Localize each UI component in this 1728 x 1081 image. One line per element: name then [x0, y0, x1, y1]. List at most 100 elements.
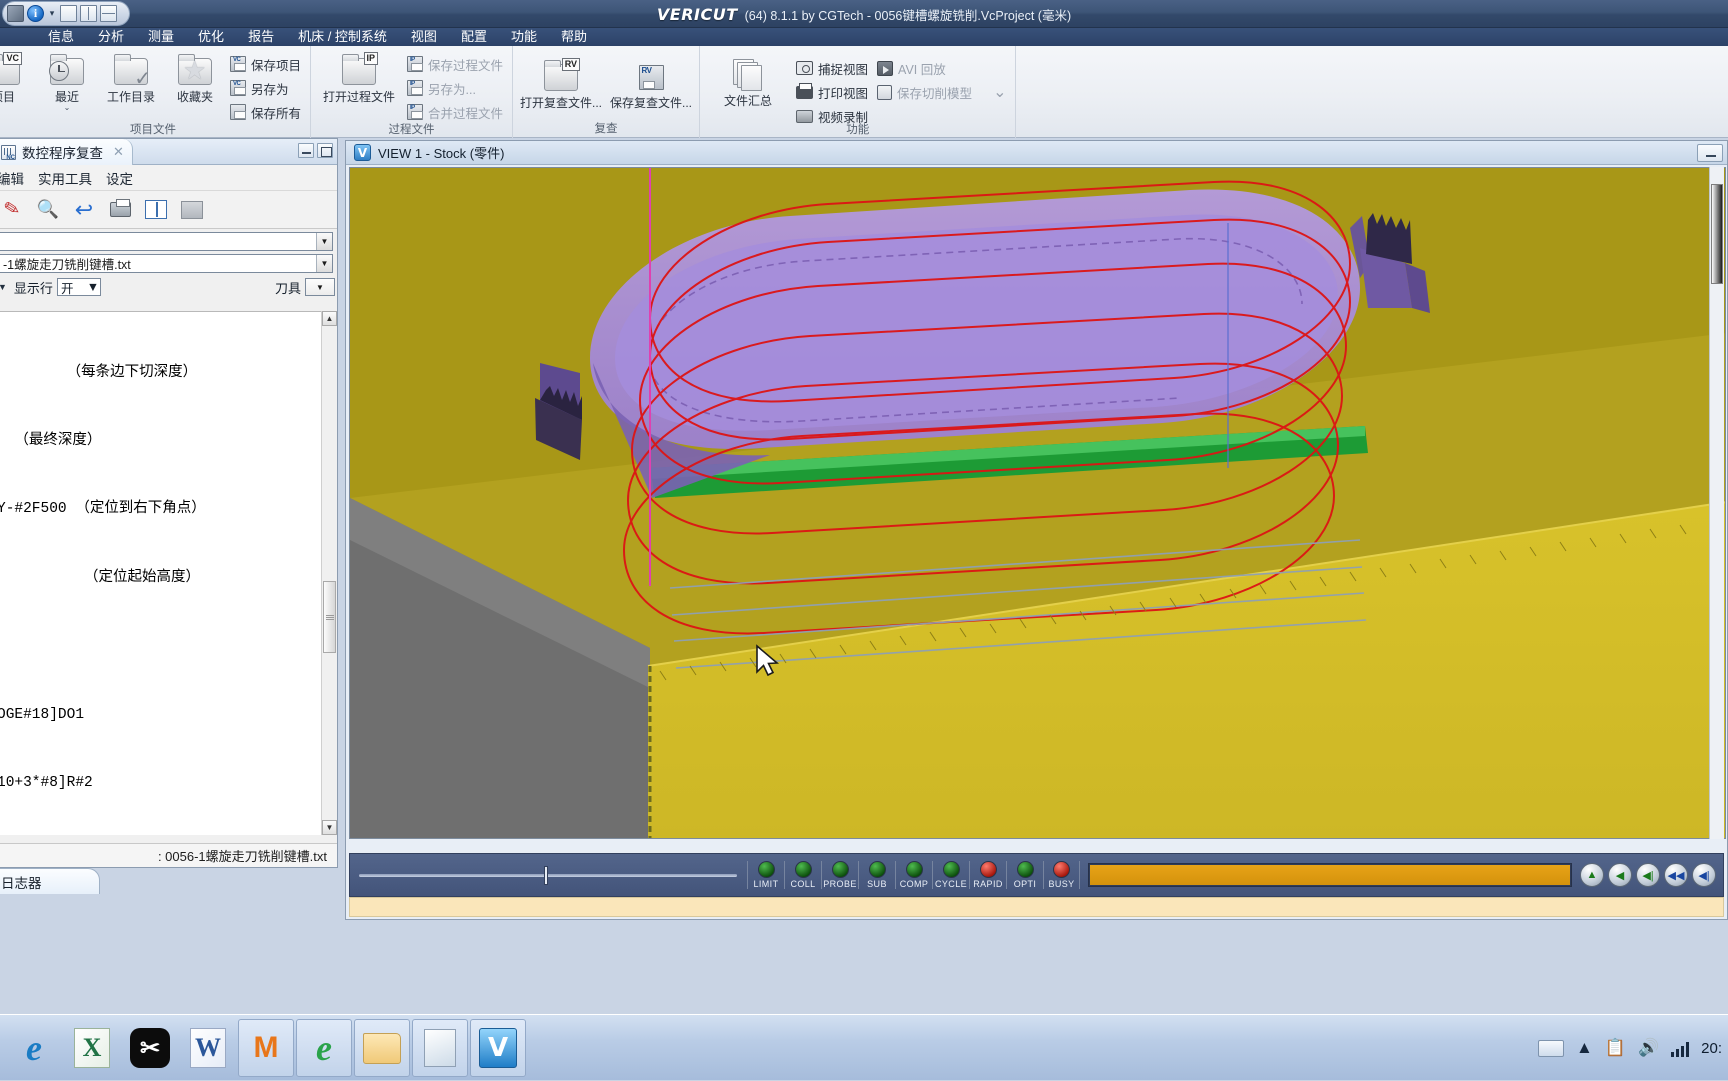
save-as-button[interactable]: VC 另存为	[228, 77, 306, 99]
play-left-icon[interactable]: ◀	[1608, 863, 1632, 887]
panel-float-button[interactable]	[317, 143, 333, 158]
menu-item-help[interactable]: 帮助	[549, 28, 599, 46]
collapse-arrow-icon[interactable]: ▼	[0, 282, 10, 292]
status-light-busy[interactable]: BUSY	[1043, 861, 1080, 889]
project-button[interactable]: VC 项目	[0, 49, 34, 104]
undo-icon[interactable]: ↩	[71, 197, 97, 223]
nc-code-viewer[interactable]: （每条边下切深度） （最终深度） Y-#2F500 （定位到右下角点） （定位起…	[0, 311, 337, 835]
file-selector-combo-1[interactable]: ▼	[0, 232, 333, 251]
edit-nc-icon[interactable]: ✎	[0, 197, 25, 223]
tab-nc-program-review[interactable]: 数控程序复查 ✕	[0, 139, 133, 165]
menu-item-machine-control[interactable]: 机床 / 控制系统	[286, 28, 399, 46]
view-scroll-thumb[interactable]	[1711, 184, 1723, 284]
panel-menu-edit[interactable]: 编辑	[0, 168, 24, 188]
chevron-down-icon[interactable]: ⌄	[64, 104, 71, 112]
info-icon[interactable]: i	[27, 5, 44, 22]
file-summary-button[interactable]: 文件汇总	[704, 53, 792, 108]
chevron-down-icon[interactable]: ▼	[313, 279, 327, 295]
avi-playback-button[interactable]: AVI 回放	[875, 57, 1011, 79]
slider-knob[interactable]	[544, 866, 548, 885]
menu-item-report[interactable]: 报告	[236, 28, 286, 46]
code-scrollbar[interactable]: ▲ ▼	[321, 311, 337, 835]
taskbar-file-explorer[interactable]	[354, 1019, 410, 1077]
save-process-as-button[interactable]: IP 另存为...	[405, 77, 508, 99]
working-directory-button[interactable]: ✓ 工作目录	[100, 49, 162, 104]
window-single-icon[interactable]	[60, 5, 77, 22]
status-light-limit[interactable]: LIMIT	[747, 861, 784, 889]
taskbar-vericut[interactable]: V	[470, 1019, 526, 1077]
file-selector-combo-2[interactable]: -1螺旋走刀铣削键槽.txt ▼	[0, 254, 333, 273]
status-light-opti[interactable]: OPTI	[1006, 861, 1043, 889]
recent-button[interactable]: 最近 ⌄	[36, 49, 98, 112]
menu-item-config[interactable]: 配置	[449, 28, 499, 46]
save-process-file-button[interactable]: IP 保存过程文件	[405, 53, 508, 75]
capture-view-button[interactable]: 捕捉视图	[794, 57, 873, 79]
step-icon[interactable]: ◀|	[1692, 863, 1716, 887]
menu-item-measure[interactable]: 测量	[136, 28, 186, 46]
favorites-button[interactable]: ★ 收藏夹	[164, 49, 226, 104]
open-process-file-button[interactable]: IP 打开过程文件	[315, 49, 403, 104]
menu-item-view[interactable]: 视图	[399, 28, 449, 46]
app-icon[interactable]	[7, 5, 24, 22]
split-view-icon[interactable]	[143, 197, 169, 223]
rewind-icon[interactable]: ◀◀	[1664, 863, 1688, 887]
taskbar-notepad[interactable]	[412, 1019, 468, 1077]
taskbar-excel[interactable]: X	[64, 1019, 120, 1077]
keyboard-layout-icon[interactable]	[1537, 1039, 1564, 1057]
skip-start-icon[interactable]: ◀|	[1636, 863, 1660, 887]
volume-icon[interactable]: 🔊	[1638, 1038, 1659, 1058]
clock-time[interactable]: 20:	[1701, 1040, 1722, 1057]
merge-process-file-button[interactable]: IP 合并过程文件	[405, 101, 508, 123]
taskbar-word[interactable]: W	[180, 1019, 236, 1077]
scroll-up-icon[interactable]: ▲	[322, 311, 337, 326]
tab-log[interactable]: 日志器	[0, 868, 100, 894]
open-review-file-button[interactable]: RV 打开复查文件...	[517, 55, 605, 110]
taskbar-ie-window[interactable]: e	[296, 1019, 352, 1077]
panel-menu-settings[interactable]: 设定	[106, 168, 133, 188]
print-icon[interactable]	[107, 197, 133, 223]
menu-item-function[interactable]: 功能	[499, 28, 549, 46]
tray-expand-icon[interactable]: ▲	[1576, 1038, 1593, 1058]
tool-combo[interactable]: ▼	[305, 278, 335, 296]
status-light-probe[interactable]: PROBE	[821, 861, 858, 889]
menu-item-analysis[interactable]: 分析	[86, 28, 136, 46]
panel-minimize-button[interactable]	[298, 143, 314, 158]
find-binoculars-icon[interactable]: 🔍	[35, 197, 61, 223]
save-project-button[interactable]: VC 保存项目	[228, 53, 306, 75]
show-lines-combo[interactable]: 开 ▼	[56, 278, 101, 296]
status-light-coll[interactable]: COLL	[784, 861, 821, 889]
window-hsplit-icon[interactable]	[100, 5, 117, 22]
status-light-rapid[interactable]: RAPID	[969, 861, 1006, 889]
simulation-canvas[interactable]	[349, 167, 1726, 839]
menu-item-info[interactable]: 信息	[0, 28, 86, 46]
view-vertical-scrollbar[interactable]	[1709, 167, 1724, 839]
close-icon[interactable]: ✕	[113, 144, 124, 160]
status-light-sub[interactable]: SUB	[858, 861, 895, 889]
chevron-down-icon[interactable]: ⌄	[993, 82, 1006, 102]
taskbar-ug-nx[interactable]: M	[238, 1019, 294, 1077]
panel-menu-utilities[interactable]: 实用工具	[38, 168, 92, 188]
save-all-button[interactable]: 保存所有	[228, 101, 306, 123]
scroll-thumb[interactable]	[323, 581, 336, 653]
chevron-down-icon[interactable]: ▼	[316, 255, 332, 272]
window-split-icon[interactable]	[80, 5, 97, 22]
eject-icon[interactable]: ▲	[1580, 863, 1604, 887]
coll-led-icon	[794, 861, 812, 878]
network-signal-icon[interactable]	[1671, 1040, 1690, 1057]
chevron-down-icon[interactable]: ▼	[86, 279, 100, 295]
print-view-button[interactable]: 打印视图	[794, 81, 873, 103]
nc-gray-icon[interactable]	[179, 197, 205, 223]
save-review-file-button[interactable]: RV 保存复查文件...	[607, 55, 695, 110]
chevron-down-icon[interactable]: ▾	[47, 8, 57, 19]
status-light-comp[interactable]: COMP	[895, 861, 932, 889]
speed-slider[interactable]	[359, 864, 737, 886]
view-minimize-button[interactable]	[1697, 144, 1723, 162]
scroll-down-icon[interactable]: ▼	[322, 820, 337, 835]
taskbar-capcut[interactable]: ✂	[122, 1019, 178, 1077]
save-cut-model-button[interactable]: 保存切削模型 ⌄	[875, 81, 1011, 103]
chevron-down-icon[interactable]: ▼	[316, 233, 332, 250]
menu-item-optimize[interactable]: 优化	[186, 28, 236, 46]
status-light-cycle[interactable]: CYCLE	[932, 861, 969, 889]
taskbar-internet-explorer[interactable]: e	[6, 1019, 62, 1077]
clipboard-icon[interactable]: 📋	[1605, 1038, 1626, 1058]
